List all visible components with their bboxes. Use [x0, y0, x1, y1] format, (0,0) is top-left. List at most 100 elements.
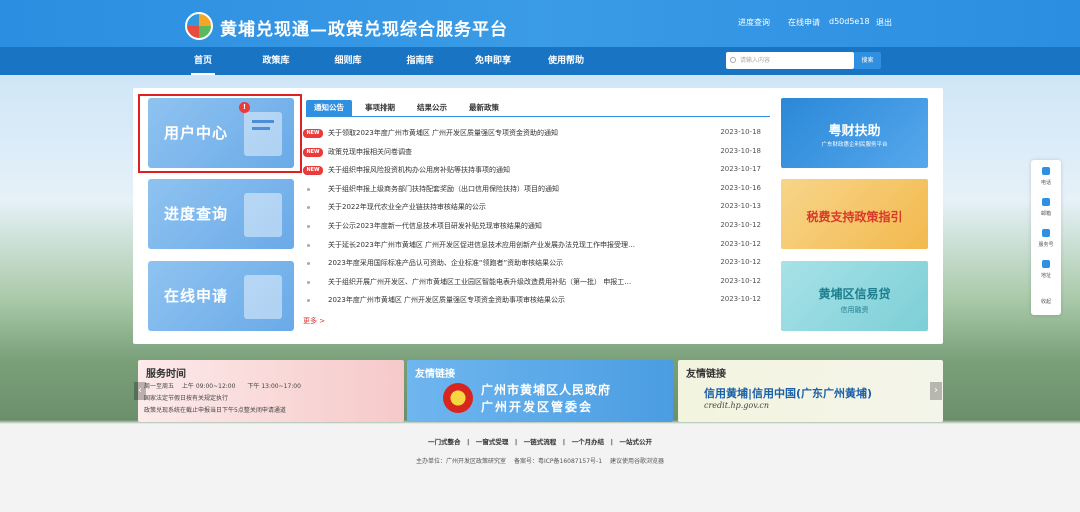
progress-query-card[interactable]: 进度查询	[148, 179, 294, 249]
wechat-icon	[1042, 229, 1050, 237]
search-button[interactable]: 搜索	[854, 52, 881, 69]
news-date: 2023-10-12	[720, 295, 761, 304]
news-title[interactable]: 关于领取2023年度广州市黄埔区 广州开发区质量强区专项资金资助的通知	[328, 128, 688, 138]
side-collapse[interactable]: 收起	[1031, 286, 1061, 314]
friend-link-credit[interactable]: 友情链接 信用黄埔|信用中国(广东广州黄埔) credit.hp.gov.cn	[678, 360, 943, 422]
bullet-icon	[307, 187, 310, 191]
news-item[interactable]: 关于公示2023年度新一代信息技术项目研发补贴兑现审核结果的通知 2023-10-…	[303, 221, 761, 235]
side-toolbar: 电话 邮箱 服务号 地址 收起	[1031, 160, 1061, 315]
service-title: 服务时间	[146, 369, 186, 380]
bullet-icon	[307, 206, 310, 210]
news-title[interactable]: 2023年度广州市黄埔区 广州开发区质量强区专项资金资助事项审核结果公示	[328, 295, 688, 305]
user-account-link[interactable]: d50d5e18	[829, 17, 870, 26]
news-title[interactable]: 政策兑现申报相关问卷调查	[328, 147, 688, 157]
credit-name: 信用黄埔|信用中国(广东广州黄埔)	[704, 387, 873, 400]
news-date: 2023-10-18	[720, 128, 761, 136]
news-date: 2023-10-16	[720, 183, 761, 192]
news-item[interactable]: NEW 关于领取2023年度广州市黄埔区 广州开发区质量强区专项资金资助的通知 20…	[303, 128, 761, 142]
friend-link-gov[interactable]: 友情链接 广州市黄埔区人民政府 广州开发区管委会	[407, 360, 673, 422]
news-item[interactable]: 2023年度广州市黄埔区 广州开发区质量强区专项资金资助事项审核结果公示 2023…	[303, 295, 761, 309]
side-address[interactable]: 地址	[1031, 255, 1061, 283]
nav-home[interactable]: 首页	[173, 47, 233, 75]
bullet-icon	[307, 243, 310, 247]
header-bar	[0, 0, 1080, 47]
news-item[interactable]: 关于组织申报上级商务部门扶持配套奖励（出口信用保险扶持）项目的通知 2023-10…	[303, 184, 761, 198]
bullet-icon	[307, 280, 310, 284]
service-line: 政策兑现系统在截止申报当日下午5点整关闭申请通道	[144, 407, 286, 414]
bullet-icon	[307, 262, 310, 266]
news-title[interactable]: 关于组织申报风险投资机构办公用房补贴等扶持事项的通知	[328, 165, 688, 175]
bullet-icon	[307, 225, 310, 228]
logout-link[interactable]: 退出	[876, 17, 892, 28]
friend-title: 友情链接	[686, 369, 726, 380]
alert-badge: !	[239, 102, 250, 113]
footer-host: 主办单位：广州开发区政策研究室	[416, 458, 507, 465]
news-item[interactable]: 关于组织开展广州开发区、广州市黄埔区工业园区智能电表升级改造费用补贴（第一批） …	[303, 277, 761, 291]
nav-help[interactable]: 使用帮助	[536, 47, 596, 75]
friend-title: 友情链接	[415, 369, 455, 380]
new-badge: NEW	[303, 129, 323, 138]
footer: 一门式整合 | 一窗式受理 | 一链式流程 | 一个月办结 | 一站式公开 主办…	[0, 424, 1080, 512]
footer-info: 主办单位：广州开发区政策研究室 备案号：粤ICP备16087157号-1 建议使…	[0, 456, 1080, 465]
news-item[interactable]: 2023年度采用国际标准产品认可资助、企业标准“领跑者”资助审核结果公示 2023…	[303, 258, 761, 272]
footer-slogan: 一门式整合 | 一窗式受理 | 一链式流程 | 一个月办结 | 一站式公开	[428, 438, 652, 446]
tab-notices[interactable]: 通知公告	[306, 100, 352, 116]
more-link[interactable]: 更多 >	[303, 316, 325, 326]
credit-loan-banner[interactable]: 黄埔区信易贷 信用融资	[781, 261, 928, 331]
gov-name: 广州市黄埔区人民政府	[481, 383, 612, 397]
nav-policy-library[interactable]: 政策库	[246, 47, 306, 75]
news-date: 2023-10-12	[720, 221, 761, 229]
national-emblem-icon	[443, 383, 473, 413]
news-title[interactable]: 2023年度采用国际标准产品认可资助、企业标准“领跑者”资助审核结果公示	[328, 258, 688, 268]
online-apply-link[interactable]: 在线申请	[788, 17, 820, 28]
banner-title: 黄埔区信易贷	[818, 287, 891, 301]
news-item[interactable]: 关于延长2023年广州市黄埔区 广州开发区促进信息技术应用创新产业发展办法兑现工…	[303, 240, 761, 254]
news-date: 2023-10-12	[720, 276, 761, 285]
carousel-next-icon[interactable]: ›	[930, 382, 942, 400]
news-date: 2023-10-12	[720, 258, 761, 267]
card-title: 在线申请	[164, 287, 229, 305]
nav-exempt-apply[interactable]: 免申即享	[463, 47, 523, 75]
news-item[interactable]: NEW 政策兑现申报相关问卷调查 2023-10-18	[303, 147, 761, 161]
bullet-icon	[307, 299, 310, 303]
yuecai-banner[interactable]: 粤财扶助 广东财政惠企利民服务平台	[781, 98, 928, 168]
site-title: 黄埔兑现通—政策兑现综合服务平台	[220, 20, 508, 40]
news-title[interactable]: 关于2022年现代农业全产业链扶持审核结果的公示	[328, 202, 688, 212]
service-line: 国家法定节假日按有关规定执行	[144, 395, 229, 402]
footer-icp[interactable]: 备案号：粤ICP备16087157号-1	[514, 458, 602, 465]
footer-browser: 建议使用谷歌浏览器	[609, 458, 664, 465]
online-apply-card[interactable]: 在线申请	[148, 261, 294, 331]
side-label: 邮箱	[1040, 211, 1051, 217]
news-item[interactable]: 关于2022年现代农业全产业链扶持审核结果的公示 2023-10-13	[303, 202, 761, 216]
carousel-prev-icon[interactable]: ‹	[134, 382, 146, 400]
news-title[interactable]: 关于延长2023年广州市黄埔区 广州开发区促进信息技术应用创新产业发展办法兑现工…	[328, 240, 688, 250]
phone-illustration-icon	[244, 193, 282, 237]
search-input[interactable]: 请输入内容	[726, 52, 854, 69]
tax-policy-banner[interactable]: 税费支持政策指引	[781, 179, 928, 249]
new-badge: NEW	[303, 166, 323, 176]
side-wechat[interactable]: 服务号	[1031, 224, 1061, 252]
nav-rules-library[interactable]: 细则库	[318, 47, 378, 75]
progress-query-link[interactable]: 进度查询	[738, 17, 770, 28]
side-email[interactable]: 邮箱	[1031, 193, 1061, 221]
nav-guide-library[interactable]: 指南库	[390, 47, 450, 75]
search-icon	[730, 57, 736, 63]
news-date: 2023-10-12	[720, 239, 761, 248]
side-phone[interactable]: 电话	[1031, 162, 1061, 190]
banner-title: 粤财扶助	[828, 124, 881, 139]
side-label: 地址	[1040, 273, 1051, 279]
side-label: 服务号	[1038, 242, 1054, 248]
news-item[interactable]: NEW 关于组织申报风险投资机构办公用房补贴等扶持事项的通知 2023-10-17	[303, 165, 761, 179]
news-title[interactable]: 关于组织开展广州开发区、广州市黄埔区工业园区智能电表升级改造费用补贴（第一批） …	[328, 277, 688, 287]
news-title[interactable]: 关于组织申报上级商务部门扶持配套奖励（出口信用保险扶持）项目的通知	[328, 184, 688, 194]
news-date: 2023-10-17	[720, 165, 761, 174]
credit-url: credit.hp.gov.cn	[704, 401, 769, 410]
tab-results[interactable]: 结果公示	[410, 100, 454, 116]
new-badge: NEW	[303, 147, 323, 157]
news-date: 2023-10-13	[720, 202, 761, 211]
tab-schedule[interactable]: 事项排期	[358, 100, 402, 116]
news-title[interactable]: 关于公示2023年度新一代信息技术项目研发补贴兑现审核结果的通知	[328, 221, 688, 231]
phone-icon	[1042, 167, 1050, 175]
tab-latest-policy[interactable]: 最新政策	[462, 100, 506, 116]
side-label: 电话	[1040, 180, 1051, 186]
